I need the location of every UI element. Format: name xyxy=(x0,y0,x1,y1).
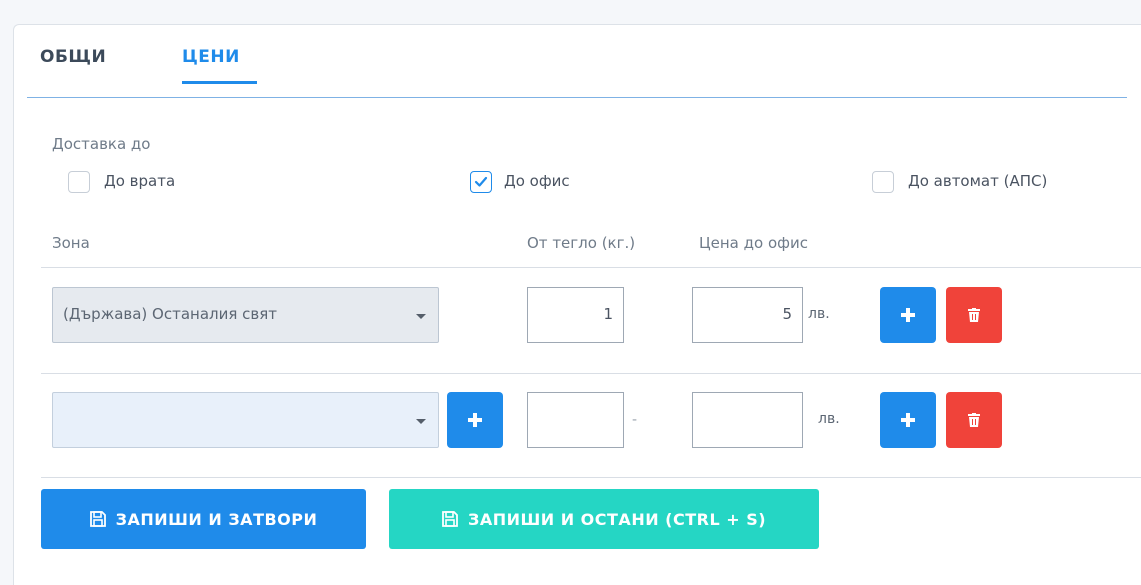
checkmark-icon xyxy=(474,176,488,187)
add-row-button[interactable] xyxy=(880,287,936,343)
price-input[interactable] xyxy=(692,392,803,448)
delete-row-button[interactable] xyxy=(946,392,1002,448)
plus-icon xyxy=(468,413,482,427)
weight-input[interactable]: 1 xyxy=(527,287,624,343)
caret-down-icon xyxy=(416,419,426,424)
weight-value: 1 xyxy=(603,305,613,323)
delivery-label: Доставка до xyxy=(52,135,151,153)
weight-input[interactable] xyxy=(527,392,624,448)
save-and-close-button[interactable]: ЗАПИШИ И ЗАТВОРИ xyxy=(41,489,366,549)
zone-select-value: (Държава) Останалия свят xyxy=(63,305,278,323)
save-and-stay-label: ЗАПИШИ И ОСТАНИ (CTRL + S) xyxy=(467,509,767,529)
save-and-stay-button[interactable]: ЗАПИШИ И ОСТАНИ (CTRL + S) xyxy=(389,489,819,549)
save-and-close-label: ЗАПИШИ И ЗАТВОРИ xyxy=(115,509,318,529)
tab-prices[interactable]: ЦЕНИ xyxy=(182,47,257,84)
divider xyxy=(41,373,1141,374)
door-delivery-label: До врата xyxy=(104,172,176,190)
zone-header: Зона xyxy=(52,234,90,252)
zone-select[interactable]: (Държава) Останалия свят xyxy=(52,287,439,343)
floppy-disk-icon xyxy=(442,511,458,527)
trash-icon xyxy=(968,413,980,427)
delete-row-button[interactable] xyxy=(946,287,1002,343)
trash-icon xyxy=(968,308,980,322)
price-header: Цена до офис xyxy=(699,234,808,252)
divider xyxy=(41,267,1141,268)
office-delivery-label: До офис xyxy=(504,172,570,190)
tab-general[interactable]: ОБЩИ xyxy=(40,47,106,67)
tab-bar: ОБЩИ ЦЕНИ xyxy=(27,45,1127,98)
door-delivery-checkbox[interactable] xyxy=(68,171,90,193)
locker-delivery-checkbox[interactable] xyxy=(872,171,894,193)
price-value: 5 xyxy=(782,305,792,323)
locker-delivery-label: До автомат (АПС) xyxy=(908,172,1048,190)
zone-select-empty[interactable] xyxy=(52,392,439,448)
range-separator: - xyxy=(632,412,638,428)
plus-icon xyxy=(901,413,915,427)
price-input[interactable]: 5 xyxy=(692,287,803,343)
add-row-button[interactable] xyxy=(880,392,936,448)
currency-unit: лв. xyxy=(808,306,830,322)
office-delivery-checkbox[interactable] xyxy=(470,171,492,193)
currency-unit: лв. xyxy=(818,411,840,427)
weight-header: От тегло (кг.) xyxy=(527,234,636,252)
floppy-disk-icon xyxy=(89,511,106,527)
plus-icon xyxy=(901,308,915,322)
add-zone-button[interactable] xyxy=(447,392,503,448)
divider xyxy=(41,477,1141,478)
caret-down-icon xyxy=(416,314,426,319)
